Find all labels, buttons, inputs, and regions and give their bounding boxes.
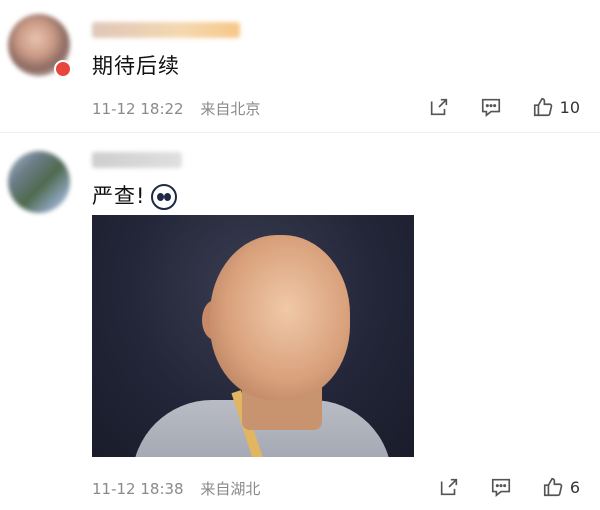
comment-actions: 6 <box>408 475 580 499</box>
avatar[interactable] <box>8 151 70 213</box>
username-blurred[interactable] <box>92 22 240 38</box>
share-icon <box>440 478 457 496</box>
divider <box>0 132 600 133</box>
like-icon <box>543 477 563 497</box>
comment-meta: 11-12 18:38 来自湖北 <box>92 478 272 499</box>
comment-item: 严查! 11-12 18:38 来自湖北 6 <box>0 135 600 510</box>
comment-location: 来自湖北 <box>200 480 261 498</box>
comment-text: 严查! <box>92 184 146 208</box>
comment-location: 来自北京 <box>200 100 261 118</box>
reply-button[interactable] <box>480 96 502 118</box>
vip-badge-icon <box>54 60 72 78</box>
reply-icon <box>491 478 510 497</box>
like-count: 6 <box>569 477 580 497</box>
photo-head <box>210 235 350 400</box>
like-button[interactable]: 6 <box>542 476 580 498</box>
comment-photo[interactable] <box>92 215 414 457</box>
comment-text-row: 严查! <box>92 180 178 210</box>
reply-button[interactable] <box>490 476 512 498</box>
comment-timestamp: 11-12 18:38 <box>92 480 184 498</box>
comment-text: 期待后续 <box>92 54 180 78</box>
username-blurred[interactable] <box>92 152 182 168</box>
like-button[interactable]: 10 <box>532 96 580 118</box>
share-icon <box>430 98 447 116</box>
like-count: 10 <box>559 97 580 117</box>
comment-actions: 10 <box>398 95 580 119</box>
like-icon <box>533 97 552 117</box>
comment-timestamp: 11-12 18:22 <box>92 100 184 118</box>
panda-emoji-icon <box>151 184 178 210</box>
comment-meta: 11-12 18:22 来自北京 <box>92 98 272 119</box>
reply-icon <box>481 98 500 117</box>
share-button[interactable] <box>438 476 460 498</box>
share-button[interactable] <box>428 96 450 118</box>
comment-item: 期待后续 11-12 18:22 来自北京 10 <box>0 0 600 135</box>
